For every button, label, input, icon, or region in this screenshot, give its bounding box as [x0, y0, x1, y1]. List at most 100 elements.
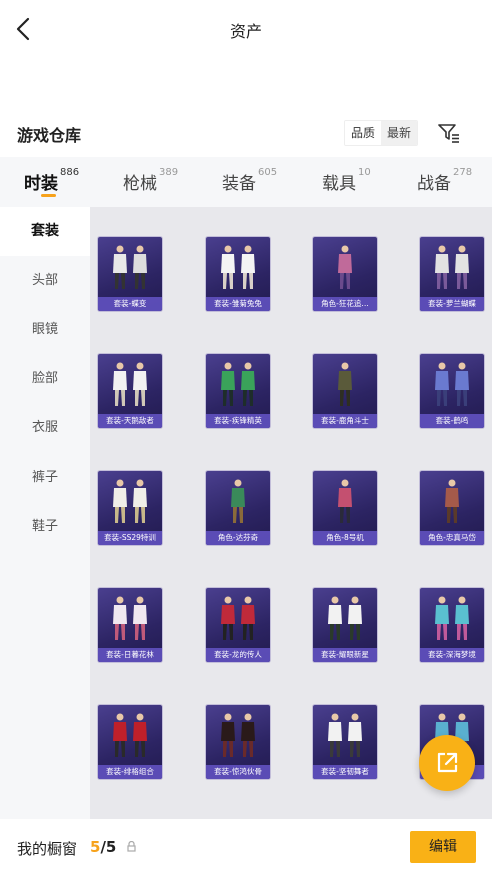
tab-label: 枪械: [123, 174, 157, 194]
outfit-caption: 套装-绯格组合: [98, 765, 162, 779]
tab-count: 605: [258, 167, 278, 178]
outfit-figure-image: [328, 713, 362, 757]
outfit-figure-image: [338, 479, 352, 523]
share-external-icon: [437, 752, 458, 773]
outfit-figure-image: [113, 245, 147, 289]
outfit-figure-image: [445, 479, 459, 523]
outfit-figure-image: [231, 479, 245, 523]
tab-vehicles[interactable]: 载具10: [322, 167, 371, 194]
outfit-figure-image: [435, 596, 469, 640]
sidebar-item-face[interactable]: 脸部: [0, 354, 90, 403]
category-tabs: 时装886 枪械389 装备605 载具10 战备278: [0, 157, 492, 207]
outfit-caption: 套装-惊鸿伙骨: [206, 765, 270, 779]
showcase-bar: 我的橱窗 5/5 编辑: [0, 819, 492, 876]
outfit-card[interactable]: 角色-8号机: [313, 471, 377, 545]
tab-guns[interactable]: 枪械389: [123, 167, 179, 194]
section-title: 游戏仓库: [17, 126, 82, 145]
filter-button[interactable]: [436, 120, 462, 146]
outfit-caption: 角色-忠真马岱: [420, 531, 484, 545]
outfit-card[interactable]: 套装-天鹅敌者: [98, 354, 162, 428]
outfit-figure-image: [338, 245, 352, 289]
filter-list-icon: [438, 124, 459, 143]
outfit-card[interactable]: 套装-萝兰蝴蝶: [420, 237, 484, 311]
showcase-count: 5/5: [90, 838, 116, 856]
tab-label: 战备: [417, 174, 451, 194]
outfit-card[interactable]: 套装-雏菊兔兔: [206, 237, 270, 311]
outfit-caption: 套装-鹤鸣: [420, 414, 484, 428]
sidebar-item-pants[interactable]: 裤子: [0, 453, 90, 502]
outfit-card[interactable]: 角色-狂花追…: [313, 237, 377, 311]
outfit-caption: 套装-坚韧舞者: [313, 765, 377, 779]
outfit-figure-image: [221, 596, 255, 640]
outfit-caption: 套装-SS29特训: [98, 531, 162, 545]
lock-icon: [127, 841, 136, 852]
outfit-card[interactable]: 角色-忠真马岱: [420, 471, 484, 545]
tab-label: 载具: [322, 174, 356, 194]
sort-toggle: 品质 最新: [344, 120, 419, 146]
sort-newest-option[interactable]: 最新: [381, 121, 418, 145]
outfit-card[interactable]: 套装-深海梦境: [420, 588, 484, 662]
share-fab-button[interactable]: [419, 735, 475, 791]
outfit-caption: 套装-日暮花林: [98, 648, 162, 662]
outfit-figure-image: [328, 596, 362, 640]
outfit-card[interactable]: 套装-疾锋精英: [206, 354, 270, 428]
outfit-caption: 套装-萝兰蝴蝶: [420, 297, 484, 311]
page-title: 资产: [229, 22, 262, 41]
sub-category-sidebar: 套装 头部 眼镜 脸部 衣服 裤子 鞋子: [0, 207, 90, 819]
outfit-caption: 套装-蝶变: [98, 297, 162, 311]
outfit-card[interactable]: 套装-蝶变: [98, 237, 162, 311]
outfit-caption: 角色-8号机: [313, 531, 377, 545]
outfit-figure-image: [435, 245, 469, 289]
outfit-figure-image: [221, 245, 255, 289]
outfit-figure-image: [113, 362, 147, 406]
outfit-card[interactable]: 角色-达芬奇: [206, 471, 270, 545]
sidebar-item-clothes[interactable]: 衣服: [0, 403, 90, 452]
outfit-card[interactable]: 套装-耀眼新星: [313, 588, 377, 662]
header: 资产: [0, 0, 492, 58]
outfit-card[interactable]: 套装-SS29特训: [98, 471, 162, 545]
tab-equipment[interactable]: 装备605: [222, 167, 278, 194]
item-grid: 套装-蝶变 套装-雏菊兔兔 角色-狂花追… 套装-萝兰蝴蝶套装-天鹅敌者 套装-疾锋精英…: [90, 207, 492, 819]
showcase-total-count: 5: [105, 838, 117, 856]
outfit-card[interactable]: 套装-鹿角斗士: [313, 354, 377, 428]
outfit-figure-image: [221, 362, 255, 406]
outfit-caption: 套装-雏菊兔兔: [206, 297, 270, 311]
outfit-caption: 套装-耀眼新星: [313, 648, 377, 662]
tab-count: 389: [159, 167, 179, 178]
tab-count: 886: [60, 167, 80, 178]
tab-supplies[interactable]: 战备278: [417, 167, 473, 194]
edit-button[interactable]: 编辑: [410, 831, 476, 863]
outfit-card[interactable]: 套装-绯格组合: [98, 705, 162, 779]
outfit-figure-image: [221, 713, 255, 757]
outfit-caption: 套装-天鹅敌者: [98, 414, 162, 428]
outfit-card[interactable]: 套装-惊鸿伙骨: [206, 705, 270, 779]
outfit-caption: 套装-深海梦境: [420, 648, 484, 662]
outfit-figure-image: [113, 479, 147, 523]
outfit-figure-image: [113, 596, 147, 640]
active-tab-indicator: [41, 194, 56, 197]
tab-label: 装备: [222, 174, 256, 194]
warehouse-header: 游戏仓库 品质 最新: [0, 116, 492, 150]
outfit-card[interactable]: 套装-鹤鸣: [420, 354, 484, 428]
tab-count: 10: [358, 167, 371, 178]
outfit-figure-image: [113, 713, 147, 757]
sidebar-item-glasses[interactable]: 眼镜: [0, 305, 90, 354]
outfit-figure-image: [338, 362, 352, 406]
outfit-caption: 角色-达芬奇: [206, 531, 270, 545]
outfit-caption: 套装-鹿角斗士: [313, 414, 377, 428]
outfit-caption: 角色-狂花追…: [313, 297, 377, 311]
outfit-caption: 套装-疾锋精英: [206, 414, 270, 428]
outfit-card[interactable]: 套装-日暮花林: [98, 588, 162, 662]
sidebar-item-outfit[interactable]: 套装: [0, 207, 90, 256]
sidebar-item-shoes[interactable]: 鞋子: [0, 502, 90, 551]
tab-count: 278: [453, 167, 473, 178]
outfit-card[interactable]: 套装-龙的传人: [206, 588, 270, 662]
tab-label: 时装: [24, 174, 58, 194]
outfit-card[interactable]: 套装-坚韧舞者: [313, 705, 377, 779]
tab-fashion[interactable]: 时装886: [24, 167, 80, 194]
sidebar-item-head[interactable]: 头部: [0, 256, 90, 305]
sort-quality-option[interactable]: 品质: [345, 121, 382, 145]
showcase-label: 我的橱窗: [17, 840, 78, 858]
outfit-caption: 套装-龙的传人: [206, 648, 270, 662]
showcase-used-count: 5: [90, 838, 101, 856]
